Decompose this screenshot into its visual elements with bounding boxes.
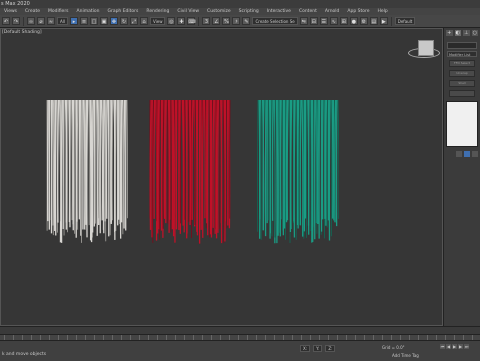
red-curtain[interactable]	[149, 100, 231, 244]
modifier-button-unwrap[interactable]: Unwrap	[449, 70, 475, 77]
render-setup-icon[interactable]: ⚙	[359, 17, 368, 25]
go-to-end-icon[interactable]: ⏭	[464, 344, 469, 349]
select-and-rotate-icon[interactable]: ↻	[119, 17, 128, 25]
status-prompt: k and move objects	[2, 352, 47, 357]
keyboard-shortcut-icon[interactable]: ⌨	[187, 17, 196, 25]
status-bar: k and move objects X: Y: Z: Grid = 0.0" …	[0, 340, 480, 361]
mirror-icon[interactable]: ⇋	[299, 17, 308, 25]
reference-coordinate-dropdown[interactable]: View	[149, 17, 166, 25]
workspace-dropdown[interactable]: Default	[394, 17, 416, 25]
curve-editor-icon[interactable]: ∿	[329, 17, 338, 25]
select-by-name-icon[interactable]: ≡	[79, 17, 88, 25]
render-icon[interactable]: ▶	[379, 17, 388, 25]
named-selection-set-dropdown[interactable]: Create Selection Se	[252, 17, 298, 25]
viewport-label[interactable]: [Default Shading]	[2, 30, 42, 35]
place-icon[interactable]: ⌂	[139, 17, 148, 25]
previous-frame-icon[interactable]: ◀	[446, 344, 451, 349]
create-tab-icon[interactable]: +	[446, 30, 453, 36]
select-and-move-icon[interactable]: ✥	[109, 17, 118, 25]
window-crossing-icon[interactable]: ▣	[99, 17, 108, 25]
menu-modifiers[interactable]: Modifiers	[44, 8, 73, 15]
show-end-result-icon[interactable]	[464, 151, 470, 157]
layer-explorer-icon[interactable]: ☰	[319, 17, 328, 25]
menu-animation[interactable]: Animation	[73, 8, 104, 15]
next-frame-icon[interactable]: ▶	[458, 344, 463, 349]
menu-bar: Views Create Modifiers Animation Graph E…	[0, 8, 480, 15]
viewcube[interactable]	[418, 40, 434, 56]
command-panel-tabs: + ◐ ⊥ ○	[444, 28, 480, 36]
playback-controls: ⏮ ◀ ▶ ▶ ⏭	[440, 344, 469, 349]
coordinate-display: X: Y: Z:	[300, 345, 336, 352]
command-panel: + ◐ ⊥ ○ Modifier List FFD Select Unwrap …	[443, 28, 480, 326]
menu-views[interactable]: Views	[0, 8, 21, 15]
edit-named-selection-icon[interactable]: ✎	[242, 17, 251, 25]
grid-size: Grid = 0.0"	[382, 345, 405, 350]
rendered-frame-icon[interactable]: ▤	[369, 17, 378, 25]
select-manipulate-icon[interactable]: ✚	[177, 17, 186, 25]
title-bar: s Max 2020	[0, 0, 480, 8]
select-and-scale-icon[interactable]: ⤢	[129, 17, 138, 25]
menu-arnold[interactable]: Arnold	[321, 8, 344, 15]
percent-snap-icon[interactable]: %	[222, 17, 231, 25]
toolbar-separator	[23, 16, 24, 26]
menu-graph-editors[interactable]: Graph Editors	[103, 8, 142, 15]
snap-toggle-icon[interactable]: 3	[202, 17, 211, 25]
menu-customize[interactable]: Customize	[203, 8, 235, 15]
rectangle-selection-icon[interactable]: □	[89, 17, 98, 25]
motion-tab-icon[interactable]: ○	[471, 30, 478, 36]
time-slider[interactable]	[0, 326, 480, 334]
modifier-stack[interactable]	[446, 101, 478, 147]
spinner-snap-icon[interactable]: ♯	[232, 17, 241, 25]
go-to-start-icon[interactable]: ⏮	[440, 344, 445, 349]
z-coordinate-field[interactable]: Z:	[325, 345, 336, 352]
play-icon[interactable]: ▶	[452, 344, 457, 349]
material-editor-icon[interactable]: ●	[349, 17, 358, 25]
align-icon[interactable]: ⊟	[309, 17, 318, 25]
toolbar-separator	[198, 16, 200, 26]
modifier-button-shell[interactable]: Shell	[449, 80, 475, 87]
modifier-button[interactable]	[449, 90, 475, 97]
menu-scripting[interactable]: Scripting	[235, 8, 263, 15]
menu-rendering[interactable]: Rendering	[142, 8, 173, 15]
menu-create[interactable]: Create	[21, 8, 44, 15]
main-toolbar: ↶ ↷ ∞ ⌀ ≈ All ▸ ≡ □ ▣ ✥ ↻ ⤢ ⌂ View ◎ ✚ ⌨…	[0, 15, 480, 28]
add-time-tag-button[interactable]: Add Time Tag	[392, 353, 419, 358]
toolbar-separator	[390, 16, 392, 26]
window-title: s Max 2020	[1, 1, 30, 7]
pin-stack-icon[interactable]	[456, 151, 462, 157]
modifier-button-ffd-select[interactable]: FFD Select	[449, 60, 475, 67]
stack-controls	[456, 151, 480, 157]
y-coordinate-field[interactable]: Y:	[313, 345, 323, 352]
x-coordinate-field[interactable]: X:	[300, 345, 311, 352]
link-icon[interactable]: ∞	[27, 17, 35, 25]
object-name-field[interactable]	[447, 42, 477, 49]
menu-interactive[interactable]: Interactive	[263, 8, 295, 15]
white-curtain[interactable]	[46, 100, 128, 244]
angle-snap-icon[interactable]: ∠	[212, 17, 221, 25]
make-unique-icon[interactable]	[472, 151, 478, 157]
schematic-view-icon[interactable]: ⊞	[339, 17, 348, 25]
menu-civil-view[interactable]: Civil View	[173, 8, 203, 15]
menu-app-store[interactable]: App Store	[343, 8, 373, 15]
undo-icon[interactable]: ↶	[2, 17, 10, 25]
menu-help[interactable]: Help	[374, 8, 392, 15]
unlink-icon[interactable]: ⌀	[37, 17, 45, 25]
hierarchy-tab-icon[interactable]: ⊥	[463, 30, 470, 36]
bind-space-warp-icon[interactable]: ≈	[47, 17, 55, 25]
teal-curtain[interactable]	[257, 100, 339, 244]
modify-tab-icon[interactable]: ◐	[454, 30, 461, 36]
select-object-icon[interactable]: ▸	[69, 17, 78, 25]
redo-icon[interactable]: ↷	[12, 17, 20, 25]
selection-filter-dropdown[interactable]: All	[57, 17, 68, 25]
modifier-list-dropdown[interactable]: Modifier List	[447, 51, 477, 57]
pivot-center-icon[interactable]: ◎	[167, 17, 176, 25]
menu-content[interactable]: Content	[295, 8, 321, 15]
